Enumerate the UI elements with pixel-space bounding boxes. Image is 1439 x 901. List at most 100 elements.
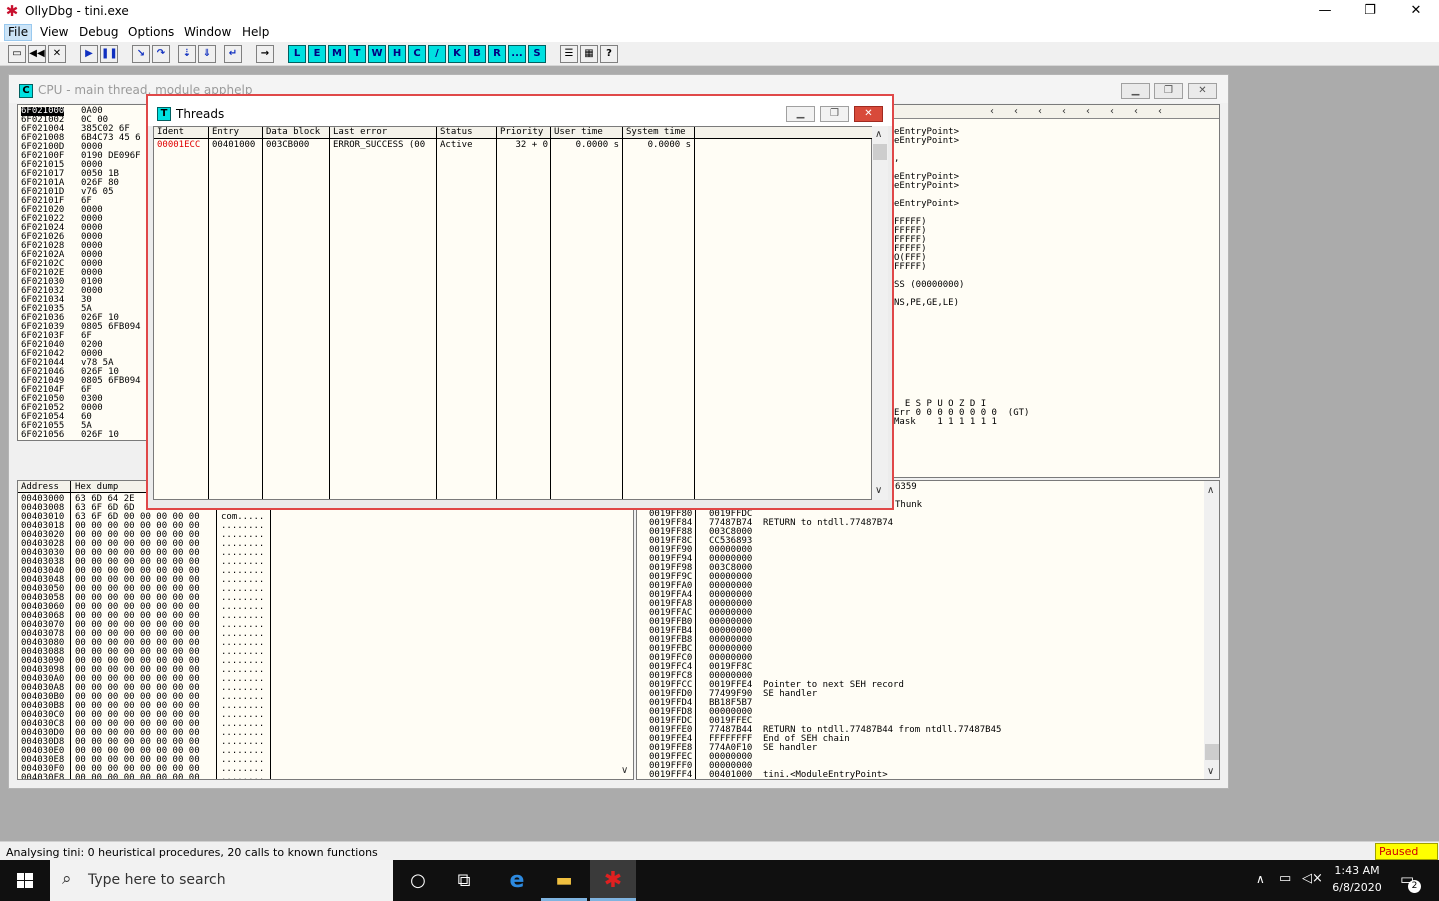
debugger-state-badge: Paused [1375,843,1438,860]
windows-start-icon[interactable] [0,860,50,901]
col-priority[interactable]: Priority [497,127,551,139]
threads-window[interactable]: T Threads ▁ ❐ ✕ Ident Entry Data block L… [146,94,894,510]
source-window-button[interactable]: S [528,45,546,63]
stack-pane[interactable]: 6359 Thunk 0019FF80 0019FFDC 0019FF84 77487B… [636,480,1220,780]
menu-options[interactable]: Options [128,25,174,39]
dump-ascii: ........ [221,773,265,780]
help-icon[interactable]: ? [600,45,618,63]
stack-scrollbar[interactable] [1204,481,1219,779]
step-over-icon[interactable]: ↷ [152,45,170,63]
run-icon[interactable]: ▶ [80,45,98,63]
ollydbg-taskbar-icon[interactable]: ✱ [590,860,636,901]
threads-scroll-thumb[interactable] [873,144,887,160]
threads-scrollbar[interactable] [872,126,888,500]
registers-pane[interactable]: ‹‹‹‹‹‹‹‹ eEntryPoint> eEntryPoint>, eEntry… [889,104,1220,478]
log-window-button[interactable]: L [288,45,306,63]
volume-muted-icon[interactable]: ◁× [1302,871,1323,886]
col-entry[interactable]: Entry [209,127,263,139]
modules-window-button[interactable]: E [308,45,326,63]
thread-user-time[interactable]: 0.0000 s [551,140,619,150]
dump-scroll-down-icon[interactable]: ∨ [621,765,628,776]
threads-window-titlebar[interactable]: T Threads ▁ ❐ ✕ [148,96,892,126]
run-trace-window-button[interactable]: ... [508,45,526,63]
stack-scroll-down-icon[interactable]: ∨ [1207,766,1214,777]
threads-window-button[interactable]: T [348,45,366,63]
call-stack-window-button[interactable]: K [448,45,466,63]
thread-status[interactable]: Active [437,140,473,150]
close-program-icon[interactable]: ✕ [48,45,66,63]
registers-arrows[interactable]: ‹‹‹‹‹‹‹‹ [990,106,1182,117]
thread-data-block[interactable]: 003CB000 [263,140,309,150]
step-into-icon[interactable]: ↘ [132,45,150,63]
threads-scroll-up-icon[interactable]: ∧ [875,129,882,140]
close-button[interactable]: ✕ [1393,0,1439,23]
ollydbg-bug-icon: ✱ [5,2,19,20]
execute-till-return-icon[interactable]: ↵ [224,45,242,63]
stack-divider [695,510,696,779]
thread-entry[interactable]: 00401000 [209,140,255,150]
col-system-time[interactable]: System time [623,127,695,139]
edge-icon[interactable]: e [494,860,540,901]
threads-close-button[interactable]: ✕ [854,106,883,122]
col-line [694,139,695,499]
windows-window-button[interactable]: W [368,45,386,63]
trace-into-icon[interactable]: ⇣ [178,45,196,63]
menu-help[interactable]: Help [242,25,269,39]
go-to-icon[interactable]: → [256,45,274,63]
file-explorer-icon[interactable]: ▬ [541,860,587,901]
col-status[interactable]: Status [437,127,497,139]
open-folder-icon[interactable]: ▭ [8,45,26,63]
restart-icon[interactable]: ◀◀ [28,45,46,63]
tray-overflow-icon[interactable]: ∧ [1256,872,1265,886]
dump-ascii-divider [216,493,217,779]
threads-scroll-down-icon[interactable]: ∨ [875,485,882,496]
thread-last-error[interactable]: ERROR_SUCCESS (00 [330,140,425,150]
threads-maximize-button[interactable]: ❐ [820,106,849,122]
window-title: OllyDbg - tini.exe [25,4,129,18]
menu-window[interactable]: Window [184,25,231,39]
dump-header-address[interactable]: Address [21,483,59,492]
patches-window-button[interactable]: / [428,45,446,63]
taskbar-search-box[interactable]: ⌕ Type here to search [50,860,393,901]
network-icon[interactable]: ▭ [1279,871,1291,886]
col-user-time[interactable]: User time [551,127,623,139]
threads-minimize-button[interactable]: ▁ [786,106,815,122]
col-line [622,139,623,499]
col-line [436,139,437,499]
handles-window-button[interactable]: H [388,45,406,63]
grid-icon[interactable]: ▦ [580,45,598,63]
menu-view[interactable]: View [40,25,68,39]
col-filler [695,127,873,139]
col-data-block[interactable]: Data block [263,127,330,139]
clock-time[interactable]: 1:43 AM [1330,864,1384,877]
breakpoints-window-button[interactable]: B [468,45,486,63]
dump-header-hex[interactable]: Hex dump [75,483,118,492]
maximize-button[interactable]: ❐ [1347,0,1393,23]
memory-window-button[interactable]: M [328,45,346,63]
menu-file[interactable]: File [4,24,33,41]
clock-date[interactable]: 6/8/2020 [1330,881,1384,894]
menu-debug[interactable]: Debug [79,25,118,39]
col-last-error[interactable]: Last error [330,127,437,139]
taskbar: ⌕ Type here to search ○ ⧉ e ▬ ✱ ∧ ▭ ◁× 1… [0,860,1439,901]
thread-priority[interactable]: 32 + 0 [497,140,548,150]
trace-over-icon[interactable]: ⇓ [198,45,216,63]
task-view-icon[interactable]: ⧉ [441,860,487,901]
pause-icon[interactable]: ❚❚ [100,45,118,63]
thread-ident[interactable]: 00001ECC [154,140,200,150]
cpu-close-button[interactable]: ✕ [1188,83,1217,99]
stack-scroll-up-icon[interactable]: ∧ [1207,485,1214,496]
col-ident[interactable]: Ident [154,127,209,139]
cpu-window-button[interactable]: C [408,45,426,63]
dump-pane[interactable]: Address Hex dump 00403000 63 6D 64 2E 0040… [17,480,634,780]
cortana-icon[interactable]: ○ [395,860,441,901]
cpu-minimize-button[interactable]: ▁ [1121,83,1150,99]
status-bar: Analysing tini: 0 heuristical procedures… [0,841,1439,860]
references-window-button[interactable]: R [488,45,506,63]
list-icon[interactable]: ☰ [560,45,578,63]
threads-table[interactable]: Ident Entry Data block Last error Status… [153,126,873,500]
thread-system-time[interactable]: 0.0000 s [623,140,691,150]
cpu-maximize-button[interactable]: ❐ [1154,83,1183,99]
minimize-button[interactable]: — [1302,0,1348,23]
stack-scroll-thumb[interactable] [1205,744,1219,760]
